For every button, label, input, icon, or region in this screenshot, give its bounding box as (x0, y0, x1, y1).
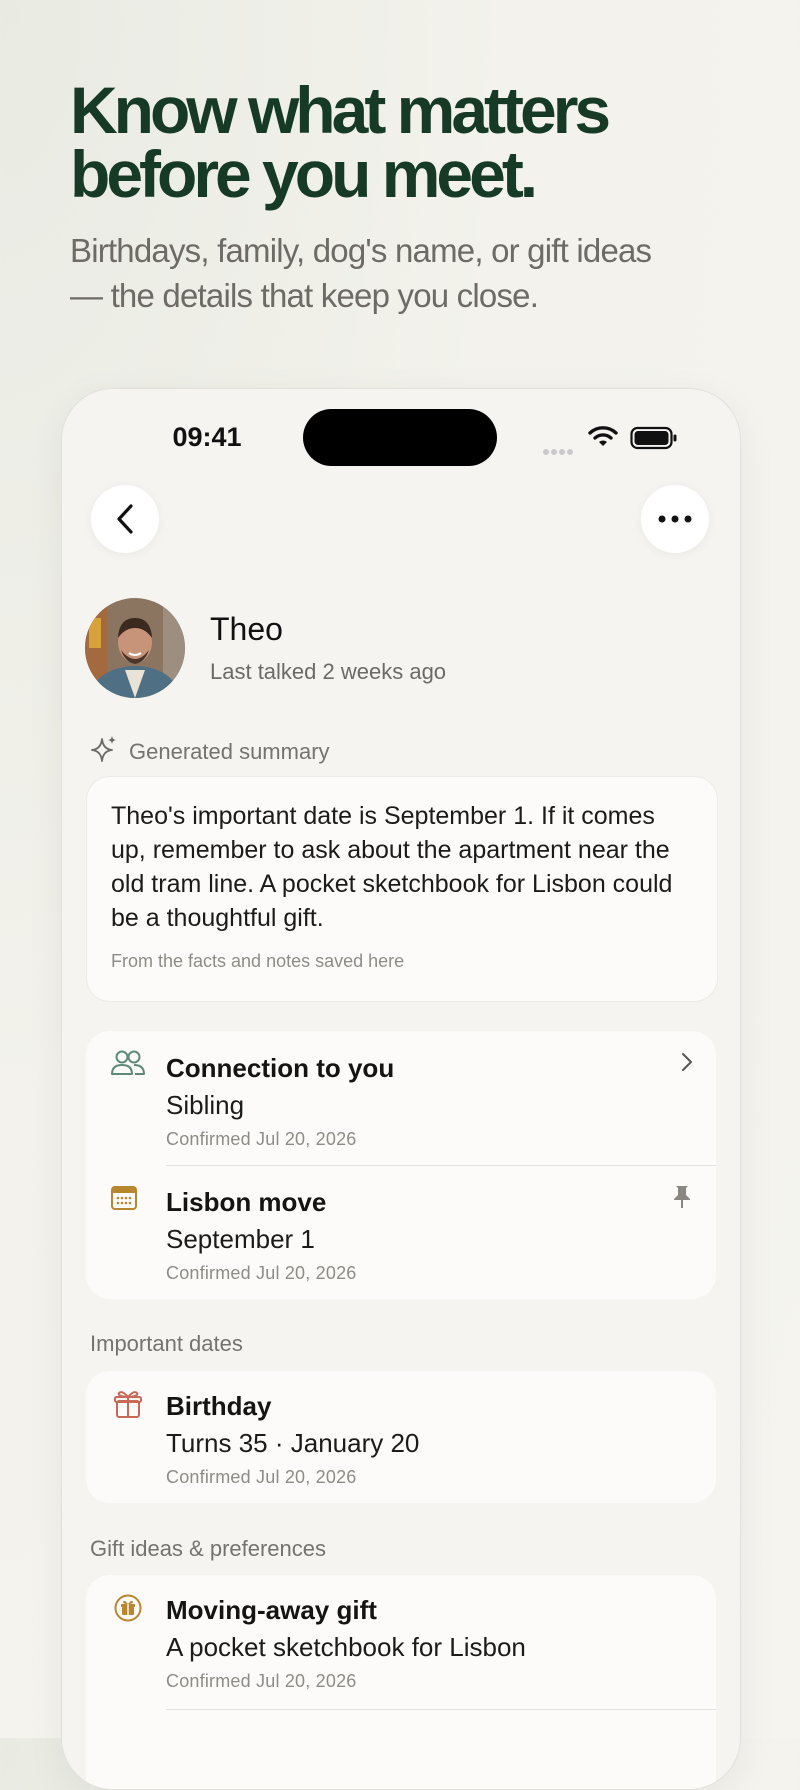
fact-title: Lisbon move (166, 1187, 327, 1217)
gift-row-moving-away[interactable]: Moving-away gift A pocket sketchbook for… (86, 1575, 716, 1709)
phone-frame: 09:41 Theo Last talked 2 weeks ago Gener… (61, 388, 741, 1790)
chevron-left-icon (117, 504, 133, 534)
contact-name: Theo (210, 611, 283, 647)
fact-value: September 1 (166, 1224, 315, 1254)
important-dates-label: Important dates (90, 1331, 243, 1356)
sparkle-icon (91, 736, 116, 762)
important-dates-card: Birthday Turns 35 · January 20 Confirmed… (86, 1371, 716, 1503)
fact-row-lisbon-move[interactable]: Lisbon move September 1 Confirmed Jul 20… (86, 1166, 716, 1299)
last-talked: Last talked 2 weeks ago (210, 659, 447, 684)
fact-meta: Confirmed Jul 20, 2026 (166, 1263, 357, 1283)
date-meta: Confirmed Jul 20, 2026 (166, 1467, 357, 1487)
hero-title-line1: Know what matters (70, 73, 611, 147)
battery-icon (630, 426, 677, 450)
avatar (85, 598, 185, 698)
gift-meta: Confirmed Jul 20, 2026 (166, 1671, 357, 1691)
gift-badge-icon (114, 1594, 142, 1622)
date-title: Birthday (166, 1391, 272, 1421)
summary-text: Theo's important date is September 1. If… (111, 802, 673, 932)
generated-summary-label: Generated summary (129, 739, 330, 764)
chevron-right-icon (682, 1053, 692, 1071)
row-divider (166, 1709, 716, 1710)
hero-title-line2: before you meet. (70, 137, 538, 211)
date-row-birthday[interactable]: Birthday Turns 35 · January 20 Confirmed… (86, 1371, 716, 1503)
cellular-signal-icon (543, 442, 575, 460)
gift-ideas-label: Gift ideas & preferences (90, 1536, 327, 1561)
calendar-icon (111, 1186, 137, 1210)
gift-title: Moving-away gift (166, 1595, 377, 1625)
wifi-icon (588, 426, 618, 446)
summary-card: Theo's important date is September 1. If… (86, 776, 718, 1002)
hero-subtitle-line1: Birthdays, family, dog's name, or gift i… (70, 232, 652, 269)
fact-meta: Confirmed Jul 20, 2026 (166, 1129, 357, 1149)
dynamic-island (303, 409, 497, 466)
back-button[interactable] (91, 485, 159, 553)
summary-footnote: From the facts and notes saved here (111, 951, 405, 971)
people-icon (111, 1050, 145, 1075)
pin-icon[interactable] (672, 1184, 692, 1210)
hero-subtitle: Birthdays, family, dog's name, or gift i… (70, 228, 750, 318)
more-options-button[interactable] (641, 485, 709, 553)
gift-ideas-card: Moving-away gift A pocket sketchbook for… (86, 1575, 716, 1789)
gift-icon (114, 1391, 142, 1418)
status-time: 09:41 (172, 422, 242, 452)
facts-card: Connection to you Sibling Confirmed Jul … (86, 1031, 716, 1299)
date-value: Turns 35 · January 20 (166, 1428, 420, 1458)
hero-subtitle-line2: — the details that keep you close. (70, 277, 539, 314)
hero-title: Know what matters before you meet. (70, 73, 750, 211)
gift-value: A pocket sketchbook for Lisbon (166, 1632, 526, 1662)
fact-title: Connection to you (166, 1053, 395, 1083)
ellipsis-icon (658, 515, 692, 523)
fact-value: Sibling (166, 1090, 245, 1120)
fact-row-connection[interactable]: Connection to you Sibling Confirmed Jul … (86, 1031, 716, 1165)
